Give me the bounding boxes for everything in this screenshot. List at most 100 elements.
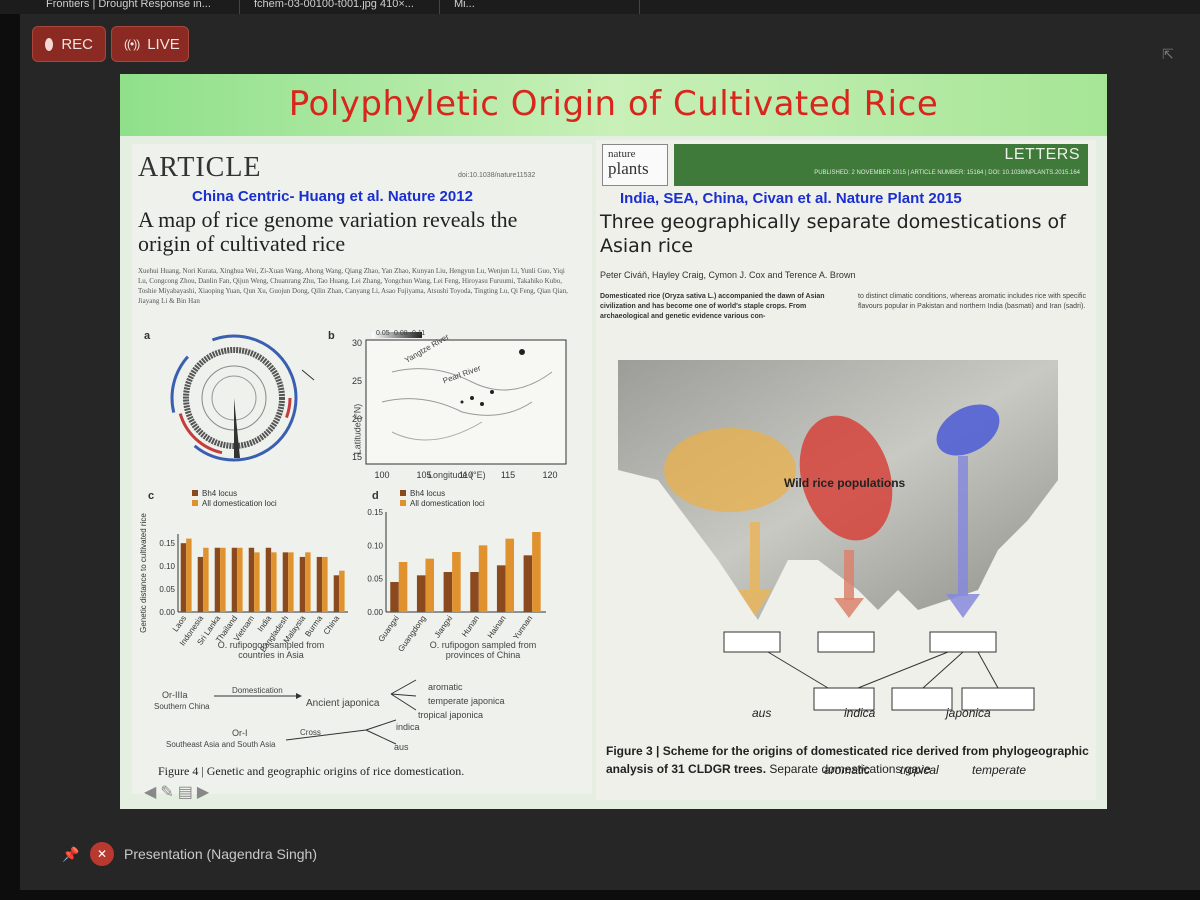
previous-arrow-icon[interactable]: ◀ — [144, 782, 156, 802]
y-tick-label: 0.05 — [159, 585, 175, 594]
figure-3-caption-rest: Separate domestications gave — [769, 762, 931, 776]
scale-label: 0.11 — [412, 330, 426, 337]
live-button[interactable]: ((•)) LIVE — [111, 26, 189, 62]
bar — [180, 543, 187, 612]
bar — [398, 562, 408, 612]
diagram-label: tropical japonica — [418, 710, 484, 720]
live-label: LIVE — [147, 35, 180, 53]
category-label: Yunnan — [511, 614, 534, 641]
legend-swatch — [192, 500, 198, 506]
japonica-label: japonica — [946, 706, 991, 720]
left-article: ARTICLE doi:10.1038/nature11532 China Ce… — [132, 144, 592, 794]
bar — [305, 552, 311, 612]
category-label: Guangxi — [377, 614, 402, 644]
map-xlabel: Longitude (°E) — [428, 470, 486, 480]
panel-label-a: a — [144, 330, 151, 342]
diagram-label: aromatic — [428, 682, 463, 692]
presenter-label: Presentation (Nagendra Singh) — [124, 846, 318, 862]
abstract-text: to distinct climatic conditions, whereas… — [858, 293, 1086, 310]
record-dot-icon — [45, 37, 54, 51]
browser-tab[interactable]: fchem-03-00100-t001.jpg 410×... — [240, 0, 440, 14]
bar — [214, 547, 221, 612]
y-tick-label: 0.10 — [367, 541, 383, 550]
bar — [288, 552, 294, 612]
panel-d-footer: O. rufipogon sampled from provinces of C… — [429, 640, 537, 660]
right-annotation: India, SEA, China, Civan et al. Nature P… — [620, 190, 962, 207]
panel-c-footer: O. rufipogon sampled from countries in A… — [217, 640, 325, 660]
bar — [237, 547, 243, 612]
map-ylabel: Latitude (°N) — [352, 403, 363, 455]
bar — [248, 547, 255, 612]
wild-rice-label: Wild rice populations — [784, 476, 906, 490]
bar — [416, 575, 426, 612]
figure-4-caption: Figure 4 | Genetic and geographic origin… — [158, 764, 465, 778]
browser-tab-strip: Frontiers | Drought Response in... fchem… — [0, 0, 1200, 14]
slides-icon[interactable]: ▤ — [178, 782, 193, 802]
next-arrow-icon[interactable]: ▶ — [197, 782, 209, 802]
broadcast-icon: ((•)) — [124, 37, 140, 51]
nature-plants-logo: nature plants — [602, 144, 668, 186]
map-ytick: 25 — [352, 376, 362, 386]
bar — [532, 532, 541, 612]
diagram-label: temperate japonica — [428, 696, 505, 706]
bar — [322, 556, 328, 612]
rec-button[interactable]: REC — [32, 26, 106, 62]
bar — [443, 572, 453, 612]
legend-label: All domestication loci — [410, 499, 485, 508]
y-axis-label: Genetic distance to cultivated rice — [139, 513, 148, 633]
diagram-label: Southern China — [154, 702, 210, 711]
bar — [197, 556, 204, 612]
journal-header-bar: LETTERS PUBLISHED: 2 NOVEMBER 2015 | ART… — [674, 144, 1088, 186]
bar — [316, 556, 323, 612]
diagram-label: Cross — [300, 728, 321, 737]
muted-mic-icon[interactable]: ✕ — [90, 842, 114, 866]
pin-icon[interactable]: 📌 — [62, 846, 79, 864]
pen-icon[interactable]: ✎ — [160, 782, 173, 802]
diagram-label: aus — [394, 742, 409, 752]
bar — [231, 547, 238, 612]
bar — [496, 565, 506, 612]
article-label: ARTICLE — [138, 152, 262, 183]
bar — [452, 552, 461, 612]
diagram-label: Or-I — [232, 728, 248, 738]
legend-swatch — [400, 490, 406, 496]
article-doi: doi:10.1038/nature11532 — [458, 172, 536, 179]
category-label: Burma — [303, 614, 324, 639]
category-label: Jiangxi — [433, 614, 455, 640]
scale-label: 0.08 — [394, 330, 408, 337]
diagram-label: Southeast Asia and South Asia — [166, 740, 276, 749]
category-label: Hunan — [460, 614, 481, 638]
bar — [271, 552, 277, 612]
bar-chart-c: 0.000.050.100.15LaosIndonesiaSri LankaTh… — [139, 489, 348, 654]
rec-label: REC — [61, 35, 93, 53]
bar — [333, 575, 340, 612]
right-article: nature plants LETTERS PUBLISHED: 2 NOVEM… — [596, 140, 1096, 800]
map-xtick: 115 — [501, 470, 515, 480]
asia-domestication-map — [618, 360, 1058, 711]
slide-title: Polyphyletic Origin of Cultivated Rice — [288, 84, 939, 124]
presentation-slide: Polyphyletic Origin of Cultivated Rice A… — [120, 74, 1107, 809]
map-ytick: 30 — [352, 338, 362, 348]
cursor-icon: ⇱ — [1162, 46, 1174, 62]
browser-tab[interactable]: Frontiers | Drought Response in... — [0, 0, 240, 14]
right-article-authors: Peter Civáň, Hayley Craig, Cymon J. Cox … — [600, 270, 856, 280]
y-tick-label: 0.15 — [367, 508, 383, 517]
china-map: 30252015100 105 110 115 120 — [352, 332, 567, 480]
bar — [265, 547, 272, 612]
logo-line: plants — [608, 159, 649, 178]
browser-tab[interactable]: Mi... — [440, 0, 640, 14]
slide-toolbar: ◀ ✎ ▤ ▶ — [144, 782, 209, 802]
bar — [282, 552, 289, 612]
y-tick-label: 0.00 — [159, 608, 175, 617]
y-tick-label: 0.10 — [159, 562, 175, 571]
bar — [505, 538, 514, 612]
bar-chart-d: 0.000.050.100.15GuangxiGuangdong Jiangxi H… — [367, 489, 546, 653]
indica-label: indica — [844, 706, 876, 720]
left-article-heading: A map of rice genome variation reveals t… — [138, 207, 518, 256]
legend-label: Bh4 locus — [410, 489, 445, 498]
diagram-label: Ancient japonica — [306, 698, 380, 709]
bar — [220, 547, 226, 612]
y-tick-label: 0.05 — [367, 575, 383, 584]
y-tick-label: 0.15 — [159, 539, 175, 548]
left-annotation: China Centric- Huang et al. Nature 2012 — [192, 188, 473, 205]
